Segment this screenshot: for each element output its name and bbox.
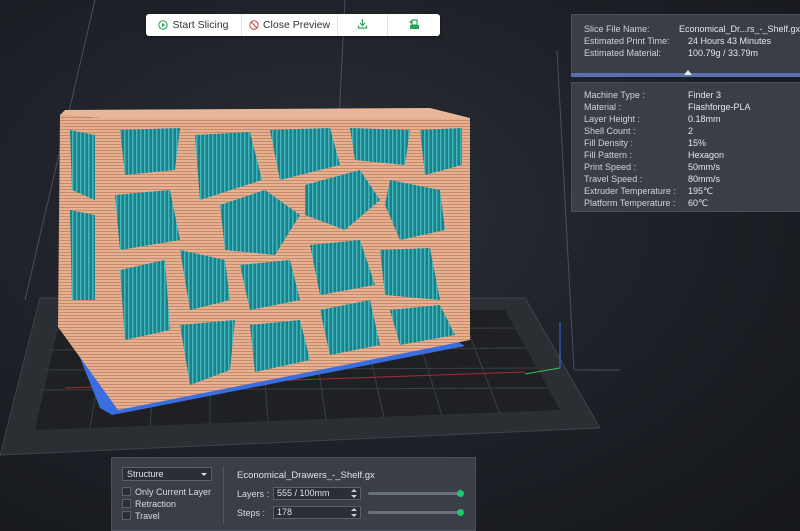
start-slicing-button[interactable]: Start Slicing [146,14,242,36]
detail-row: Platform Temperature :60℃ [584,198,709,208]
prohibit-icon [249,20,259,30]
layers-label: Layers : [237,489,270,499]
chevron-down-icon [201,473,207,476]
preview-toolbar: Start Slicing Close Preview [146,14,440,36]
export-button[interactable] [338,14,388,36]
steps-slider[interactable] [368,509,464,516]
model-file-name: Economical_Drawers_-_Shelf.gx [237,470,375,481]
detail-row: Extruder Temperature :195℃ [584,186,714,196]
info-row-material: Estimated Material: 100.79g / 33.79m [584,48,759,58]
layer-control-panel: Structure Only Current Layer Retraction … [111,457,476,531]
slice-summary-panel: Slice File Name: Economical_Dr...rs_-_She… [571,14,800,74]
slice-details-panel: Machine Type : Finder 3 Material : Flashfo… [571,82,800,212]
send-to-printer-button[interactable] [388,14,440,36]
detail-row: Machine Type : Finder 3 [584,90,722,100]
steps-slider-handle[interactable] [457,509,464,516]
print-send-icon [408,18,421,33]
steps-stepper[interactable]: 178 [273,506,361,519]
retraction-checkbox[interactable]: Retraction [122,498,176,509]
close-preview-button[interactable]: Close Preview [242,14,338,36]
spin-arrows-icon[interactable] [351,489,357,498]
detail-row: Fill Pattern : Hexagon [584,150,725,160]
info-row-time: Estimated Print Time: 24 Hours 43 Minutes [584,36,772,46]
download-icon [357,18,368,32]
detail-row: Shell Count :2 [584,126,694,136]
detail-row: Print Speed :50mm/s [584,162,721,172]
only-current-layer-checkbox[interactable]: Only Current Layer [122,486,211,497]
panel-separator [223,466,224,524]
layers-stepper[interactable]: 555 / 100mm [273,487,361,500]
collapse-arrow-icon[interactable] [684,70,692,75]
close-preview-label: Close Preview [262,19,331,31]
view-mode-select[interactable]: Structure [122,467,212,481]
spin-arrows-icon[interactable] [351,508,357,517]
detail-row: Material : Flashforge-PLA [584,102,751,112]
info-row-file: Slice File Name: Economical_Dr...rs_-_She… [584,24,800,34]
preview-viewport[interactable] [0,0,800,531]
detail-row: Fill Density :15% [584,138,707,148]
play-circle-icon [158,20,169,30]
detail-row: Travel Speed :80mm/s [584,174,721,184]
detail-row: Layer Height :0.18mm [584,114,721,124]
steps-label: Steps : [237,508,266,518]
layers-slider[interactable] [368,490,464,497]
start-slicing-label: Start Slicing [172,19,229,31]
travel-checkbox[interactable]: Travel [122,510,160,521]
layers-slider-handle[interactable] [457,490,464,497]
